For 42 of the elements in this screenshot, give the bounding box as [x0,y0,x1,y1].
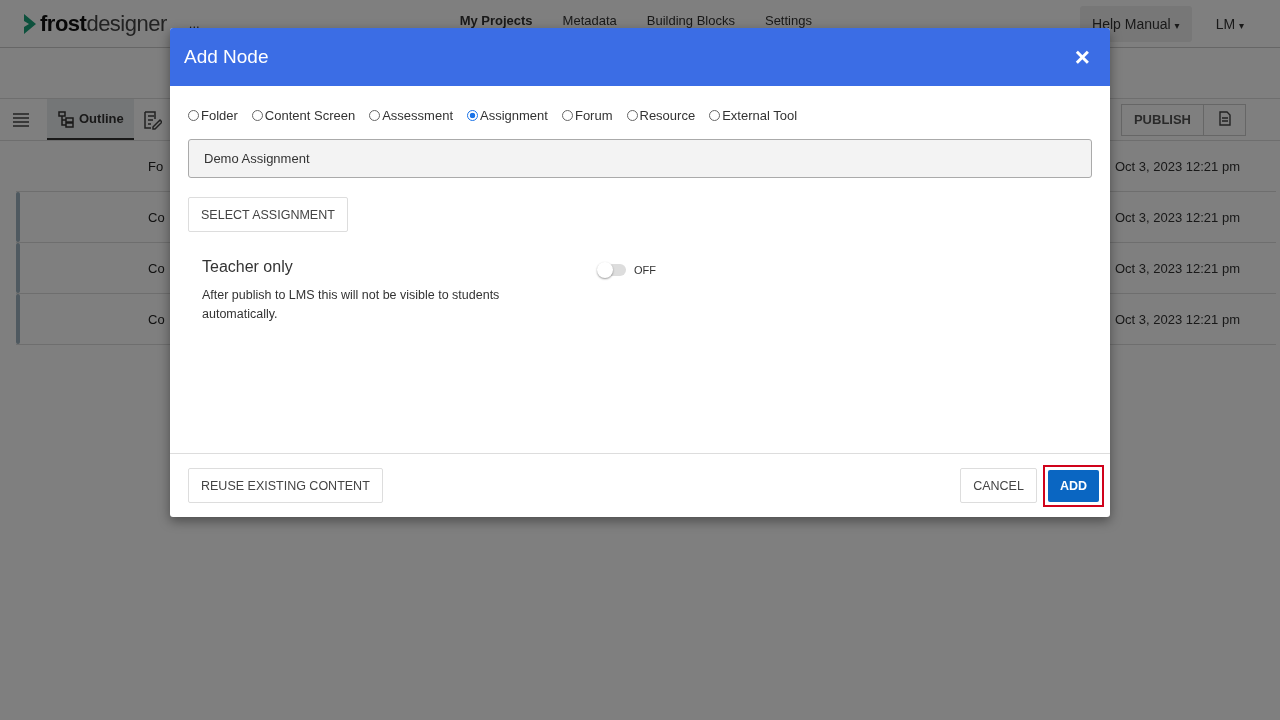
node-type-radio[interactable]: External Tool [709,108,798,123]
node-type-radio[interactable]: Assessment [369,108,453,123]
edit-document-icon[interactable] [141,109,162,130]
reuse-existing-content-button[interactable]: REUSE EXISTING CONTENT [188,468,383,503]
teacher-only-description: After publish to LMS this will not be visible to students automatically. [202,287,501,323]
close-button[interactable]: × [1068,43,1096,71]
more-menu[interactable]: ... [188,16,200,31]
node-name[interactable]: Fo [148,158,164,174]
add-button[interactable]: ADD [1047,469,1099,502]
cancel-button[interactable]: CANCEL [960,468,1037,503]
logo-text: frostdesigner [40,10,167,37]
publish-button[interactable]: PUBLISH [1120,103,1204,136]
user-menu[interactable]: LM ▾ [1209,14,1250,33]
node-type-radio[interactable]: Forum [561,108,613,123]
node-type-radio[interactable]: Content Screen [251,108,356,123]
tree-structure-icon [57,109,75,128]
nav-link[interactable]: Settings [764,14,812,27]
node-name[interactable]: Co [148,311,165,327]
toggle-state-label: OFF [634,264,656,276]
node-type-radio[interactable]: Resource [626,108,696,123]
modified-date: Oct 3, 2023 12:21 pm [1114,311,1240,327]
node-type-radio[interactable]: Folder [188,108,238,123]
select-assignment-button[interactable]: SELECT ASSIGNMENT [188,197,348,232]
nav-link[interactable]: My Projects [459,14,533,27]
menu-icon[interactable] [13,112,29,127]
radio-circle[interactable] [467,110,478,121]
node-name[interactable]: Co [148,209,165,225]
nav-link[interactable]: Metadata [562,14,617,27]
logo-chevron-icon [22,11,38,36]
teacher-only-title: Teacher only [202,258,294,276]
nav-link[interactable]: Building Blocks [646,14,735,27]
document-button[interactable] [1204,103,1246,136]
dialog-title: Add Node [184,46,269,68]
node-name[interactable]: Co [148,260,165,276]
node-type-radio[interactable]: Assignment [467,108,548,123]
document-icon [1218,110,1231,126]
modified-date: Oct 3, 2023 12:21 pm [1114,260,1240,276]
outline-tab[interactable]: Outline [47,99,134,140]
teacher-only-toggle[interactable] [598,264,626,276]
modified-date: Oct 3, 2023 12:21 pm [1114,158,1240,174]
name-field[interactable]: Demo Assignment [188,139,1092,178]
modified-date: Oct 3, 2023 12:21 pm [1114,209,1240,225]
